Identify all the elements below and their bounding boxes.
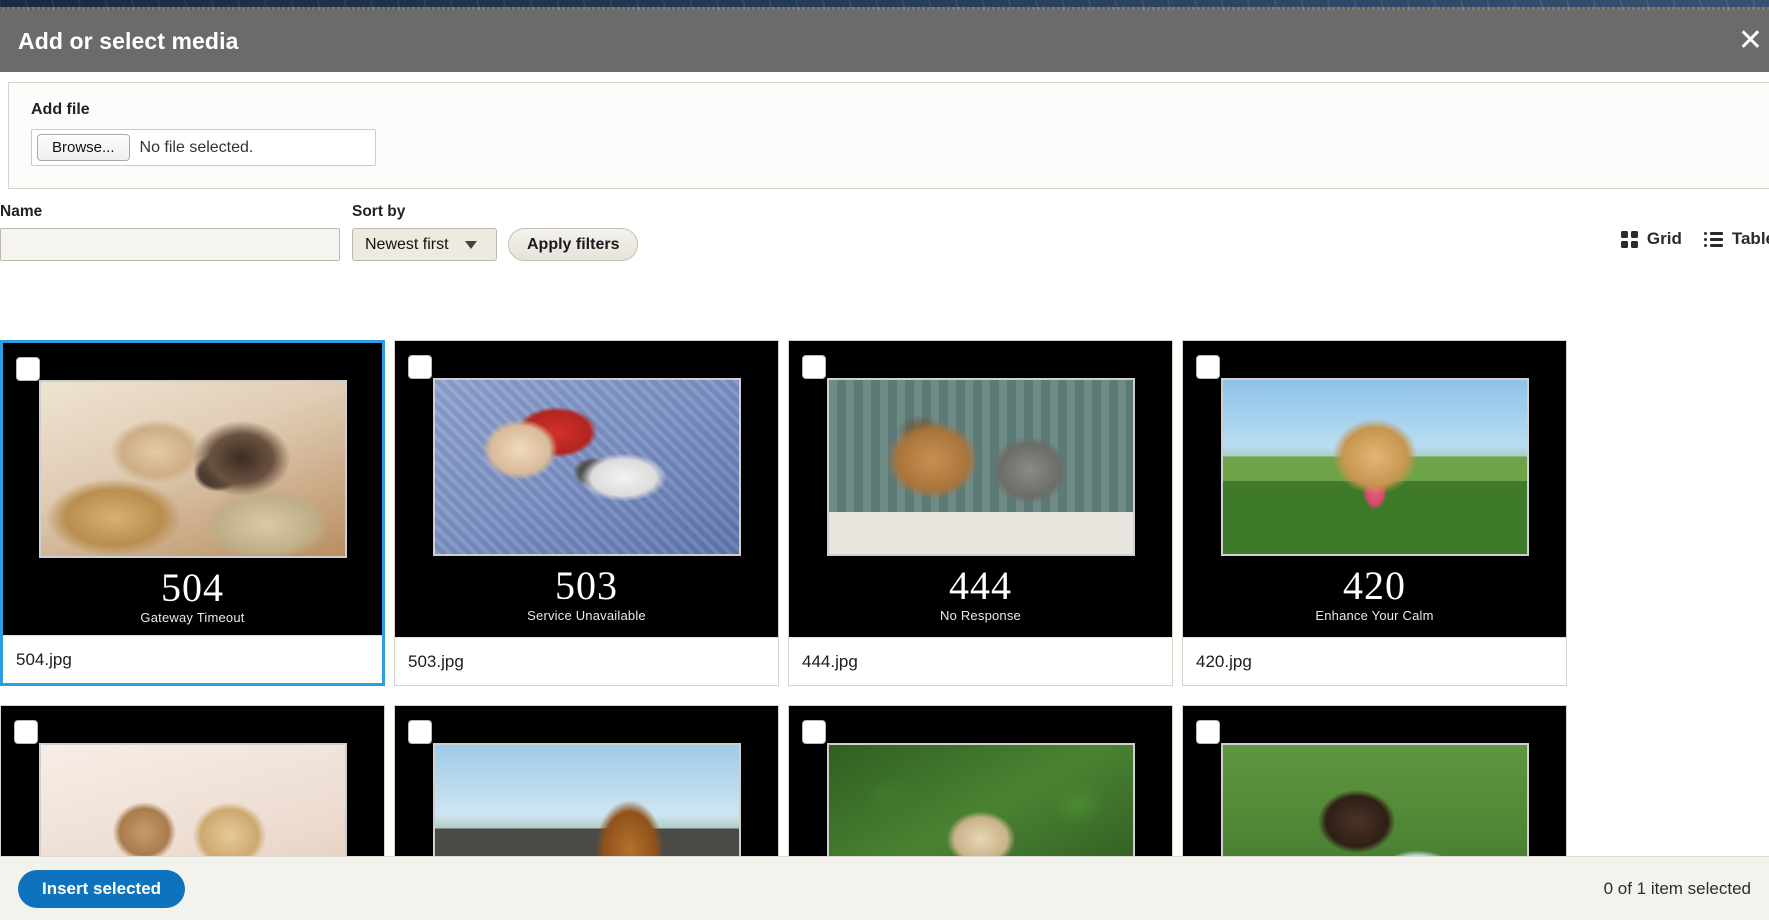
add-file-panel: Add file Browse... No file selected. (8, 82, 1769, 189)
insert-selected-button[interactable]: Insert selected (18, 869, 186, 908)
media-thumbnail: 503 Service Unavailable (395, 341, 778, 637)
photo-image (40, 382, 345, 556)
media-select-checkbox[interactable] (14, 720, 38, 744)
media-filename: 420.jpg (1183, 637, 1566, 685)
media-select-checkbox[interactable] (1196, 355, 1220, 379)
apply-filters-button[interactable]: Apply filters (508, 228, 639, 261)
add-file-label: Add file (31, 101, 90, 118)
media-card[interactable]: 503 Service Unavailable 503.jpg (394, 340, 779, 686)
view-mode-table[interactable]: Table (1703, 229, 1769, 249)
photo-frame (432, 378, 741, 556)
media-thumbnail: 504 Gateway Timeout (3, 343, 382, 635)
media-select-checkbox[interactable] (802, 720, 826, 744)
name-filter-group: Name (0, 203, 340, 261)
media-card[interactable]: 504 Gateway Timeout 504.jpg (0, 340, 385, 686)
no-file-selected-text: No file selected. (139, 138, 254, 156)
media-select-checkbox[interactable] (16, 357, 40, 381)
sort-by-select[interactable]: Newest first (352, 228, 497, 261)
media-select-checkbox[interactable] (408, 720, 432, 744)
poster-caption: Gateway Timeout (140, 610, 245, 626)
media-select-checkbox[interactable] (802, 355, 826, 379)
poster-caption: No Response (940, 608, 1021, 624)
table-list-icon (1703, 231, 1723, 247)
media-thumbnail: 444 No Response (789, 341, 1172, 637)
sort-filter-group: Sort by Newest first Apply filters (352, 203, 639, 261)
photo-image (434, 380, 739, 554)
photo-frame (1220, 378, 1529, 556)
page-behind-modal (0, 0, 1769, 10)
poster-code: 420 (1343, 563, 1406, 608)
poster-code: 503 (555, 563, 618, 608)
poster-caption: Service Unavailable (527, 608, 646, 624)
view-mode-table-label: Table (1731, 229, 1769, 248)
view-mode-grid-label: Grid (1646, 229, 1682, 248)
filter-bar: Name Sort by Newest first Apply filters (0, 189, 1769, 269)
close-icon[interactable]: ✕ (1738, 26, 1763, 56)
browse-button[interactable]: Browse... (37, 134, 130, 161)
media-select-checkbox[interactable] (408, 355, 432, 379)
media-grid: 504 Gateway Timeout 504.jpg 503 Service Unav… (0, 340, 1769, 920)
dialog-footer: Insert selected 0 of 1 item selected (0, 856, 1769, 920)
view-mode-toggle: Grid Table (1620, 229, 1769, 249)
sort-by-label: Sort by (352, 203, 406, 220)
dialog-body: Add file Browse... No file selected. Nam… (0, 72, 1769, 920)
selection-status: 0 of 1 item selected (1603, 878, 1751, 898)
chevron-down-icon (464, 240, 477, 249)
media-filename: 503.jpg (395, 637, 778, 685)
view-mode-grid[interactable]: Grid (1620, 229, 1682, 249)
poster-caption: Enhance Your Calm (1315, 608, 1434, 624)
media-card[interactable]: 420 Enhance Your Calm 420.jpg (1182, 340, 1567, 686)
media-select-checkbox[interactable] (1196, 720, 1220, 744)
grid-icon (1620, 230, 1638, 248)
media-filename: 444.jpg (789, 637, 1172, 685)
name-filter-input[interactable] (0, 228, 340, 261)
photo-frame (38, 380, 347, 558)
media-thumbnail: 420 Enhance Your Calm (1183, 341, 1566, 637)
poster-code: 444 (949, 563, 1012, 608)
dialog-title: Add or select media (18, 27, 239, 54)
sort-by-selected-value: Newest first (365, 235, 449, 253)
poster-code: 504 (161, 565, 224, 610)
media-card[interactable]: 444 No Response 444.jpg (788, 340, 1173, 686)
photo-image (828, 380, 1133, 554)
photo-image (1222, 380, 1527, 554)
media-dialog: Add or select media ✕ Add file Browse...… (0, 10, 1769, 920)
name-filter-label: Name (0, 203, 43, 220)
file-input-wrapper[interactable]: Browse... No file selected. (31, 129, 376, 166)
photo-frame (826, 378, 1135, 556)
dialog-titlebar: Add or select media ✕ (0, 10, 1769, 72)
media-filename: 504.jpg (3, 635, 382, 683)
